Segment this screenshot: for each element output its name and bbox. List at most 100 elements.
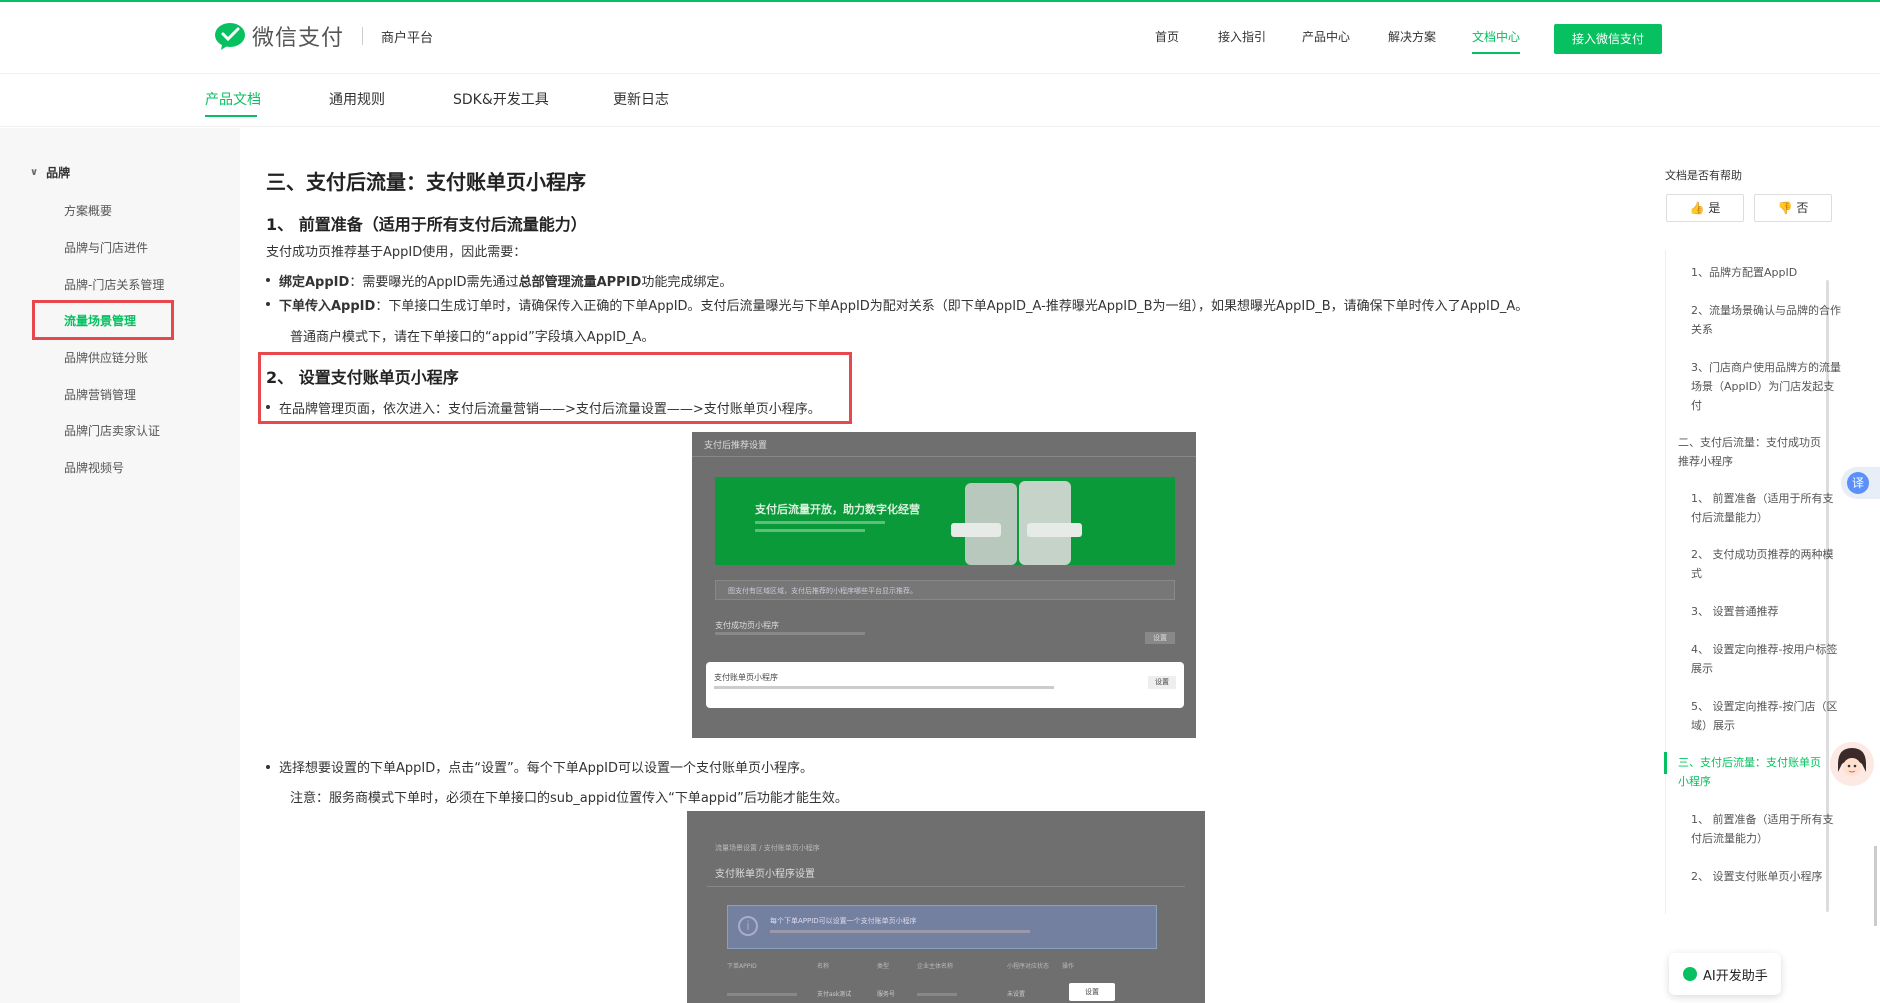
shot1-banner-line [755, 529, 865, 532]
toc-item[interactable]: 4、 设置定向推荐-按用户标签展示 [1691, 640, 1841, 678]
bullet-text: ：需要曝光的AppID需先通过 [349, 275, 519, 290]
toc-item[interactable]: 1、品牌方配置AppID [1691, 263, 1841, 282]
assistant-avatar[interactable] [1830, 742, 1874, 786]
toc-item[interactable]: 2、 支付成功页推荐的两种模式 [1691, 545, 1841, 583]
ai-assistant-icon [1683, 967, 1697, 981]
shot1-row2-button: 设置 [1148, 676, 1176, 689]
shot2-table-header: 下单APPID 名称 类型 企业主体名称 小程序对应状态 操作 [727, 961, 1157, 977]
feedback-title: 文档是否有帮助 [1665, 169, 1742, 182]
ai-assistant-button[interactable]: AI开发助手 [1669, 953, 1781, 995]
sidebar-group-brand[interactable]: ∨ 品牌 [30, 164, 70, 181]
shot2-cell-appid [727, 993, 797, 996]
toc-item[interactable]: 1、 前置准备（适用于所有支付后流量能力） [1691, 489, 1841, 527]
feedback-no-label: 否 [1796, 201, 1809, 215]
shot1-card-mock [951, 523, 1001, 537]
toc-item[interactable]: 二、支付后流量：支付成功页推荐小程序 [1678, 433, 1828, 471]
toc-rail [1665, 250, 1666, 914]
shot2-col: 操作 [1062, 963, 1075, 970]
tab-changelog[interactable]: 更新日志 [613, 89, 669, 109]
bullet-dot [266, 302, 270, 306]
section-2-steps: 在品牌管理页面，依次进入：支付后流量营销——>支付后流量设置——>支付账单页小程… [279, 402, 821, 417]
sidebar-item-overview[interactable]: 方案概要 [64, 202, 112, 219]
section-1-title: 1、 前置准备（适用于所有支付后流量能力） [266, 215, 587, 234]
assistant-avatar-icon [1830, 742, 1874, 786]
tab-sdk-tools[interactable]: SDK&开发工具 [453, 89, 549, 109]
translate-float-button[interactable]: 译 [1841, 467, 1880, 499]
wechatpay-logo[interactable]: 微信支付 商户平台 [214, 20, 433, 52]
brand-name: 微信支付 [252, 26, 345, 51]
section-1-intro: 支付成功页推荐基于AppID使用，因此需要： [266, 245, 527, 260]
bullet-bold: 总部管理流量APPID [518, 275, 642, 290]
shot2-cell-company [917, 993, 957, 996]
site-header: 微信支付 商户平台 首页 接入指引 产品中心 解决方案 文档中心 接入微信支付 [0, 2, 1880, 74]
nav-docs[interactable]: 文档中心 [1472, 28, 1520, 45]
shot1-row1-desc [715, 632, 865, 635]
section-3-bullet: 选择想要设置的下单AppID，点击“设置”。每个下单AppID可以设置一个支付账… [279, 761, 813, 776]
toc-item[interactable]: 2、 设置支付账单页小程序 [1691, 867, 1841, 886]
shot1-row2-card: 支付账单页小程序 设置 [706, 662, 1184, 708]
feedback-yes-button[interactable]: 👍 是 [1666, 194, 1744, 222]
join-wechatpay-button[interactable]: 接入微信支付 [1554, 24, 1662, 54]
nav-active-underline [1472, 52, 1520, 54]
bullet-dot [266, 765, 270, 769]
shot2-info-box: i 每个下单APPID可以设置一个支付账单页小程序 [727, 905, 1157, 949]
shot2-divider [707, 886, 1185, 887]
sidebar-item-supply-chain[interactable]: 品牌供应链分账 [64, 349, 148, 366]
shot1-banner-text: 支付后流量开放，助力数字化经营 [755, 503, 920, 516]
bullet-order-appid: 下单传入AppID：下单接口生成订单时，请确保传入正确的下单AppID。支付后流… [279, 295, 1528, 314]
sidebar-item-marketing[interactable]: 品牌营销管理 [64, 386, 136, 403]
bullet-dot [266, 405, 270, 409]
subnav-active-underline [205, 115, 257, 117]
highlight-box-sidebar [32, 300, 174, 340]
tab-product-docs[interactable]: 产品文档 [205, 89, 261, 109]
sidebar-group-label: 品牌 [46, 166, 71, 180]
shot1-banner-line [755, 521, 885, 524]
shot1-banner: 支付后流量开放，助力数字化经营 [715, 477, 1175, 565]
shot2-col: 下单APPID [727, 963, 757, 970]
bullet-bind-appid: 绑定AppID：需要曝光的AppID需先通过总部管理流量APPID功能完成绑定。 [279, 271, 732, 290]
section-3-note: 注意：服务商模式下单时，必须在下单接口的sub_appid位置传入“下单appi… [290, 791, 848, 806]
sidebar-item-channels[interactable]: 品牌视频号 [64, 459, 124, 476]
shot1-title: 支付后推荐设置 [704, 441, 768, 451]
shot2-table-row: 支付ask测试 服务号 未设置 设置 [727, 983, 1157, 1003]
tab-general-rules[interactable]: 通用规则 [329, 89, 385, 109]
shot2-info-sub [770, 930, 1030, 933]
shot1-row1-button: 设置 [1145, 632, 1175, 644]
nav-home[interactable]: 首页 [1155, 28, 1179, 45]
sidebar-item-seller-cert[interactable]: 品牌门店卖家认证 [64, 422, 160, 439]
toc-item[interactable]: 3、 设置普通推荐 [1691, 602, 1841, 621]
shot2-cell: 服务号 [877, 991, 896, 998]
shot2-col: 小程序对应状态 [1007, 963, 1050, 970]
sidebar-item-brand-store-onboarding[interactable]: 品牌与门店进件 [64, 239, 148, 256]
shot2-breadcrumb: 流量场景设置 / 支付账单页小程序 [715, 844, 820, 852]
bullet-dot [266, 278, 270, 282]
bullet-label: 绑定AppID [279, 275, 350, 290]
screenshot-bill-page-settings: 流量场景设置 / 支付账单页小程序 支付账单页小程序设置 i 每个下单APPID… [687, 811, 1205, 1003]
toc-item[interactable]: 3、门店商户使用品牌方的流量场景（AppID）为门店发起支付 [1691, 358, 1841, 415]
toc-active-indicator [1664, 752, 1667, 774]
toc-item[interactable]: 5、 设置定向推荐-按门店（区域）展示 [1691, 697, 1841, 735]
feedback-no-button[interactable]: 👎 否 [1754, 194, 1832, 222]
shot2-title: 支付账单页小程序设置 [715, 869, 815, 880]
nav-products[interactable]: 产品中心 [1302, 28, 1350, 45]
wechatpay-logo-icon [215, 23, 245, 50]
toc-item[interactable]: 1、 前置准备（适用于所有支付后流量能力） [1691, 810, 1841, 848]
shot2-col: 名称 [817, 963, 830, 970]
toc-item-active[interactable]: 三、支付后流量：支付账单页小程序 [1678, 753, 1828, 791]
bullet-text-end: 功能完成绑定。 [641, 275, 733, 290]
shot2-col: 类型 [877, 963, 890, 970]
section-2-title: 2、 设置支付账单页小程序 [266, 368, 459, 387]
thumbs-up-icon: 👍 [1689, 201, 1705, 215]
shot1-row2-title: 支付账单页小程序 [714, 673, 778, 682]
bullet-text: ：下单接口生成订单时，请确保传入正确的下单AppID。支付后流量曝光与下单App… [375, 299, 1529, 314]
translate-icon: 译 [1847, 472, 1869, 494]
nav-guide[interactable]: 接入指引 [1218, 28, 1266, 45]
nav-solutions[interactable]: 解决方案 [1388, 28, 1436, 45]
shot2-cell: 未设置 [1007, 991, 1026, 998]
shot1-notice: 图支付有区域区域，支付后推荐的小程序哪些平台显示推荐。 [715, 580, 1175, 600]
sidebar-item-brand-store-relation[interactable]: 品牌-门店关系管理 [64, 276, 164, 293]
toc-item[interactable]: 2、流量场景确认与品牌的合作关系 [1691, 301, 1841, 339]
shot1-row2-desc [714, 686, 1054, 689]
page-scrollbar[interactable] [1874, 846, 1877, 926]
thumbs-down-icon: 👎 [1777, 201, 1793, 215]
